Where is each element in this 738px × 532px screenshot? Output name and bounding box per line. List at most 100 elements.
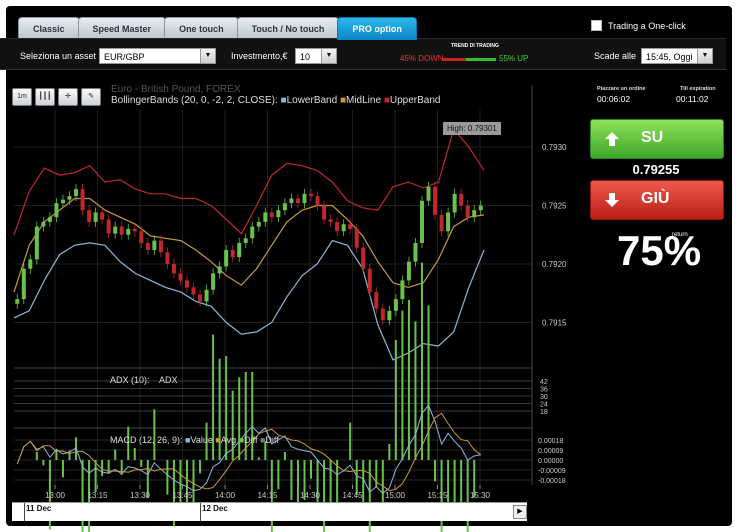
candle-body: [67, 196, 72, 200]
macd-legend-diff: Diff: [244, 435, 258, 445]
candle-body: [178, 273, 183, 281]
return-percent: 75%: [617, 227, 702, 274]
candle-body: [198, 294, 203, 302]
time-tick-label: 14:15: [257, 491, 278, 500]
macd-legend-avg: Avg: [220, 435, 237, 445]
chart-title: Euro - British Pound, FOREX: [111, 84, 241, 95]
time-tick-label: 13:15: [87, 491, 108, 500]
candle-body: [367, 268, 372, 293]
candle-body: [289, 198, 294, 204]
candle-body: [41, 221, 46, 227]
candle-body: [145, 242, 150, 250]
candle-body: [361, 247, 366, 269]
legend-upper: UpperBand: [389, 95, 441, 106]
candle-body: [309, 193, 314, 197]
chevron-right-icon[interactable]: ▶: [513, 505, 527, 519]
adx-series-name: ADX: [159, 375, 178, 385]
macd-tick-label: 0.00000: [538, 458, 563, 465]
put-down-label: GIÙ: [641, 190, 670, 207]
macd-label: MACD (12, 26, 9):: [110, 435, 183, 445]
return-label: return: [672, 232, 688, 238]
candle-body: [204, 289, 209, 302]
candle-body: [184, 280, 189, 288]
tab-pro-option[interactable]: PRO option: [337, 17, 417, 40]
candle-body: [54, 203, 59, 218]
candle-body: [406, 261, 411, 281]
candle-body: [106, 219, 111, 234]
candle-body: [256, 221, 261, 227]
candle-body: [322, 205, 327, 220]
order-deadline-label: Piazzare un ordine: [597, 86, 646, 92]
candle-body: [15, 299, 20, 304]
candle-body: [341, 224, 346, 232]
candle-body: [250, 226, 255, 239]
candle-body: [426, 186, 431, 201]
wrench-icon[interactable]: ✎: [81, 88, 101, 106]
put-down-button[interactable]: GIÙ: [590, 180, 724, 220]
candles-icon[interactable]: ┃┃┃: [35, 88, 55, 106]
candle-body: [452, 193, 457, 213]
time-tick-label: 13:30: [130, 491, 151, 500]
candle-body: [282, 203, 287, 211]
candle-body: [74, 189, 79, 197]
candle-body: [132, 228, 137, 232]
arrow-down-icon: [605, 193, 619, 207]
candle-body: [413, 242, 418, 262]
legend-lower: LowerBand: [286, 95, 338, 106]
candle-body: [47, 217, 52, 222]
candle-body: [217, 266, 222, 274]
candle-body: [348, 224, 353, 229]
price-tick-label: 0.7925: [542, 201, 567, 210]
high-tooltip: High: 0.79301: [443, 122, 501, 135]
adx-tick-label: 36: [540, 387, 548, 394]
macd-legend: MACD (12, 26, 9): ■Value ■Avg ■Diff ■Dif…: [110, 435, 279, 445]
candle-body: [28, 259, 33, 269]
call-up-button[interactable]: SU: [590, 119, 724, 159]
chart-tools: 1m ┃┃┃ ✛ ✎: [12, 88, 101, 106]
candle-body: [119, 226, 124, 235]
candle-body: [93, 212, 98, 222]
candle-body: [446, 212, 451, 232]
call-up-label: SU: [641, 129, 664, 146]
adx-legend: ADX (10): ADX: [110, 375, 178, 385]
time-tick-label: 15:15: [427, 491, 448, 500]
expiry-countdown-label: Till expiration: [680, 86, 716, 92]
macd-avg-line: [16, 412, 482, 492]
candle-body: [328, 219, 333, 222]
candle-body: [387, 310, 392, 321]
candle-body: [400, 280, 405, 300]
macd-legend-value: Value: [190, 435, 213, 445]
time-tick-label: 15:00: [385, 491, 406, 500]
candle-body: [211, 273, 216, 290]
scroll-tick: [200, 503, 201, 521]
candle-body: [139, 231, 144, 243]
candle-body: [472, 210, 477, 218]
candle-body: [158, 240, 163, 253]
candle-body: [165, 252, 170, 265]
macd-tick-label: -0.00009: [538, 468, 566, 475]
candle-body: [269, 212, 274, 218]
candle-body: [237, 242, 242, 257]
candle-body: [393, 299, 398, 311]
time-tick-label: 15:30: [470, 491, 491, 500]
candle-body: [478, 205, 483, 211]
candle-body: [243, 238, 248, 243]
time-scroller[interactable]: 11 Dec 12 Dec ▶: [12, 502, 527, 521]
price-tick-label: 0.7930: [542, 143, 567, 152]
band-line-upperband: [13, 128, 485, 235]
timeframe-button[interactable]: 1m: [12, 88, 32, 106]
crosshair-icon[interactable]: ✛: [58, 88, 78, 106]
price-tick-label: 0.7915: [542, 319, 567, 328]
macd-tick-label: 0.00018: [538, 438, 563, 445]
candle-body: [276, 210, 281, 218]
macd-legend-diff2: Diff: [265, 435, 279, 445]
bollinger-label: BollingerBands (20, 0, -2, 2, CLOSE):: [111, 95, 278, 106]
scroll-tick: [24, 503, 25, 521]
candle-body: [100, 212, 105, 220]
scroll-date-1: 11 Dec: [26, 504, 52, 513]
candle-body: [295, 198, 300, 204]
time-tick-label: 14:30: [300, 491, 321, 500]
expiry-countdown: 00:11:02: [676, 94, 709, 104]
candle-body: [224, 249, 229, 267]
adx-label: ADX (10):: [110, 375, 150, 385]
